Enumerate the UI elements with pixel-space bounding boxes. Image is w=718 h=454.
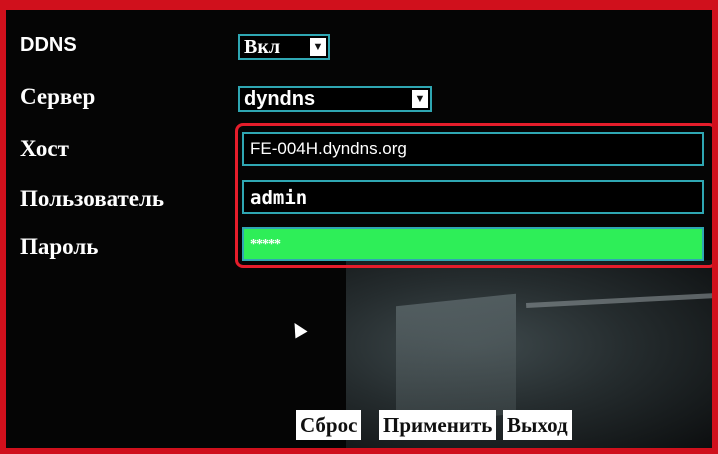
apply-button[interactable]: Применить	[379, 410, 497, 440]
camera-background-panel	[396, 293, 516, 427]
host-label: Хост	[20, 136, 69, 161]
chevron-down-icon[interactable]: ▼	[310, 38, 326, 56]
ddns-select[interactable]: Вкл ▼	[238, 34, 330, 60]
ddns-label: DDNS	[20, 34, 77, 56]
highlight-frame	[235, 123, 712, 268]
mouse-pointer-icon	[288, 319, 308, 339]
server-select-value: dyndns	[244, 88, 316, 110]
reset-button[interactable]: Сброс	[296, 410, 362, 440]
password-label: Пароль	[20, 234, 99, 259]
dvr-screen: DDNS Сервер Хост Пользователь Пароль Вкл…	[6, 10, 712, 448]
ddns-select-value: Вкл	[244, 36, 281, 58]
server-select[interactable]: dyndns ▼	[238, 86, 432, 112]
server-label: Сервер	[20, 84, 96, 109]
user-label: Пользователь	[20, 186, 165, 211]
chevron-down-icon[interactable]: ▼	[412, 90, 428, 108]
exit-button[interactable]: Выход	[503, 410, 572, 440]
